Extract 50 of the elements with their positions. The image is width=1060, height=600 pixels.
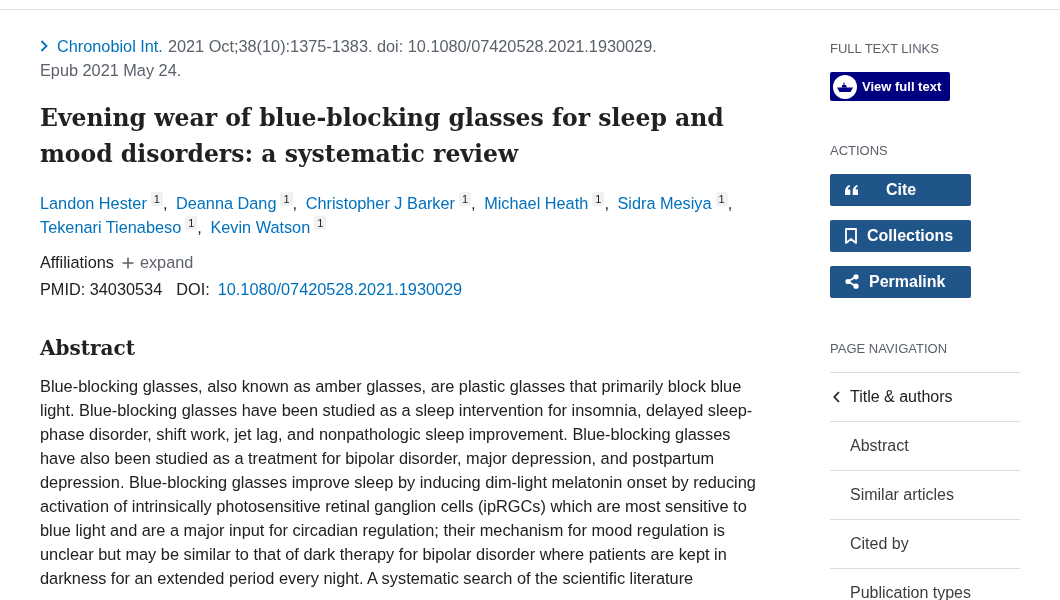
author-link[interactable]: Landon Hester bbox=[40, 194, 147, 212]
affiliation-number[interactable]: 1 bbox=[280, 192, 293, 206]
share-icon bbox=[845, 274, 859, 289]
affiliation-number[interactable]: 1 bbox=[459, 192, 472, 206]
affiliation-number[interactable]: 1 bbox=[314, 216, 327, 230]
article-title: Evening wear of blue-blocking glasses for sleep and mood disorders: a systematic review bbox=[40, 103, 725, 170]
author-link[interactable]: Deanna Dang bbox=[176, 194, 277, 212]
chevron-right-icon bbox=[40, 40, 48, 52]
comma: , bbox=[292, 194, 298, 212]
section-heading: PAGE NAVIGATION bbox=[830, 340, 948, 357]
affiliation-number[interactable]: 1 bbox=[150, 192, 163, 206]
full-text-button[interactable]: View full text bbox=[830, 72, 951, 101]
comma: , bbox=[197, 218, 202, 236]
plus-icon bbox=[121, 256, 134, 269]
abstract-text: Blue-blocking glasses, also known as amber glasses, are plastic glasses that primarily block blue light. Blue-blocking glasses have been studied as a sleep intervention for insomnia, delayed sleep-phase disorder, shift work, jet lag, and nonpathologic sleep improvement. Blue-blocking glasses have also been studied as a treatment for bipolar disorder, major depression, and postpartum depression. Blue-blocking glasses improve sleep by inducing dim-light melatonin onset by reducing activation of intrinsically photosensitive retinal ganglion cells (ipRGCs) which are most sensitive to blue light and are a major input for circadian regulation; their mechanism for mood regulation is unclear but may be similar to that of dark therapy for bipolar disorder where patients are kept in darkness for an extended period every night. A systematic search of the scientific literature bbox=[40, 376, 757, 589]
author-link[interactable]: Michael Heath bbox=[484, 194, 589, 212]
action-button[interactable]: Collections bbox=[830, 219, 971, 252]
section-heading: ACTIONS bbox=[830, 142, 888, 159]
nav-item[interactable]: Abstract bbox=[830, 421, 1020, 471]
journal-link[interactable]: Chronobiol Int. bbox=[57, 34, 163, 58]
boat-logo-icon bbox=[833, 74, 857, 99]
affiliation-number[interactable]: 1 bbox=[592, 192, 605, 206]
affiliation-number[interactable]: 1 bbox=[185, 216, 198, 230]
nav-item[interactable]: Cited by bbox=[830, 519, 1020, 569]
epub-date: Epub 2021 May 24. bbox=[40, 60, 182, 81]
nav-item[interactable]: Title & authors bbox=[830, 372, 1020, 422]
author-link[interactable]: Sidra Mesiya bbox=[617, 194, 712, 212]
author-link[interactable]: Christopher J Barker bbox=[305, 194, 455, 212]
author-link[interactable]: Tekenari Tienabeso bbox=[40, 218, 182, 236]
quote-icon bbox=[845, 184, 858, 195]
author-link[interactable]: Kevin Watson bbox=[210, 218, 311, 236]
doi-label: DOI: bbox=[176, 279, 210, 300]
comma: , bbox=[471, 194, 476, 212]
doi-link[interactable]: 10.1080/07420528.2021.1930029 bbox=[217, 276, 463, 303]
abstract-heading: Abstract bbox=[40, 335, 136, 362]
action-button[interactable]: Cite bbox=[830, 173, 971, 206]
chevron-left-icon bbox=[833, 390, 840, 403]
section-heading: FULL TEXT LINKS bbox=[830, 41, 939, 57]
comma: , bbox=[604, 194, 609, 212]
comma: , bbox=[727, 194, 733, 212]
bookmark-icon bbox=[845, 227, 857, 244]
comma: , bbox=[162, 194, 168, 212]
citation-text: 2021 Oct;38(10):1375-1383. doi: 10.1080/07420528.2021.1930029. bbox=[167, 36, 657, 57]
pmid-text: PMID: 34030534 bbox=[40, 279, 163, 300]
nav-item[interactable]: Similar articles bbox=[830, 470, 1020, 520]
nav-item[interactable]: Publication types bbox=[830, 568, 1020, 600]
affiliation-number[interactable]: 1 bbox=[715, 192, 728, 206]
expand-button[interactable]: expand bbox=[121, 249, 194, 276]
action-button[interactable]: Permalink bbox=[830, 265, 971, 298]
affiliations-label: Affiliations bbox=[40, 252, 114, 273]
